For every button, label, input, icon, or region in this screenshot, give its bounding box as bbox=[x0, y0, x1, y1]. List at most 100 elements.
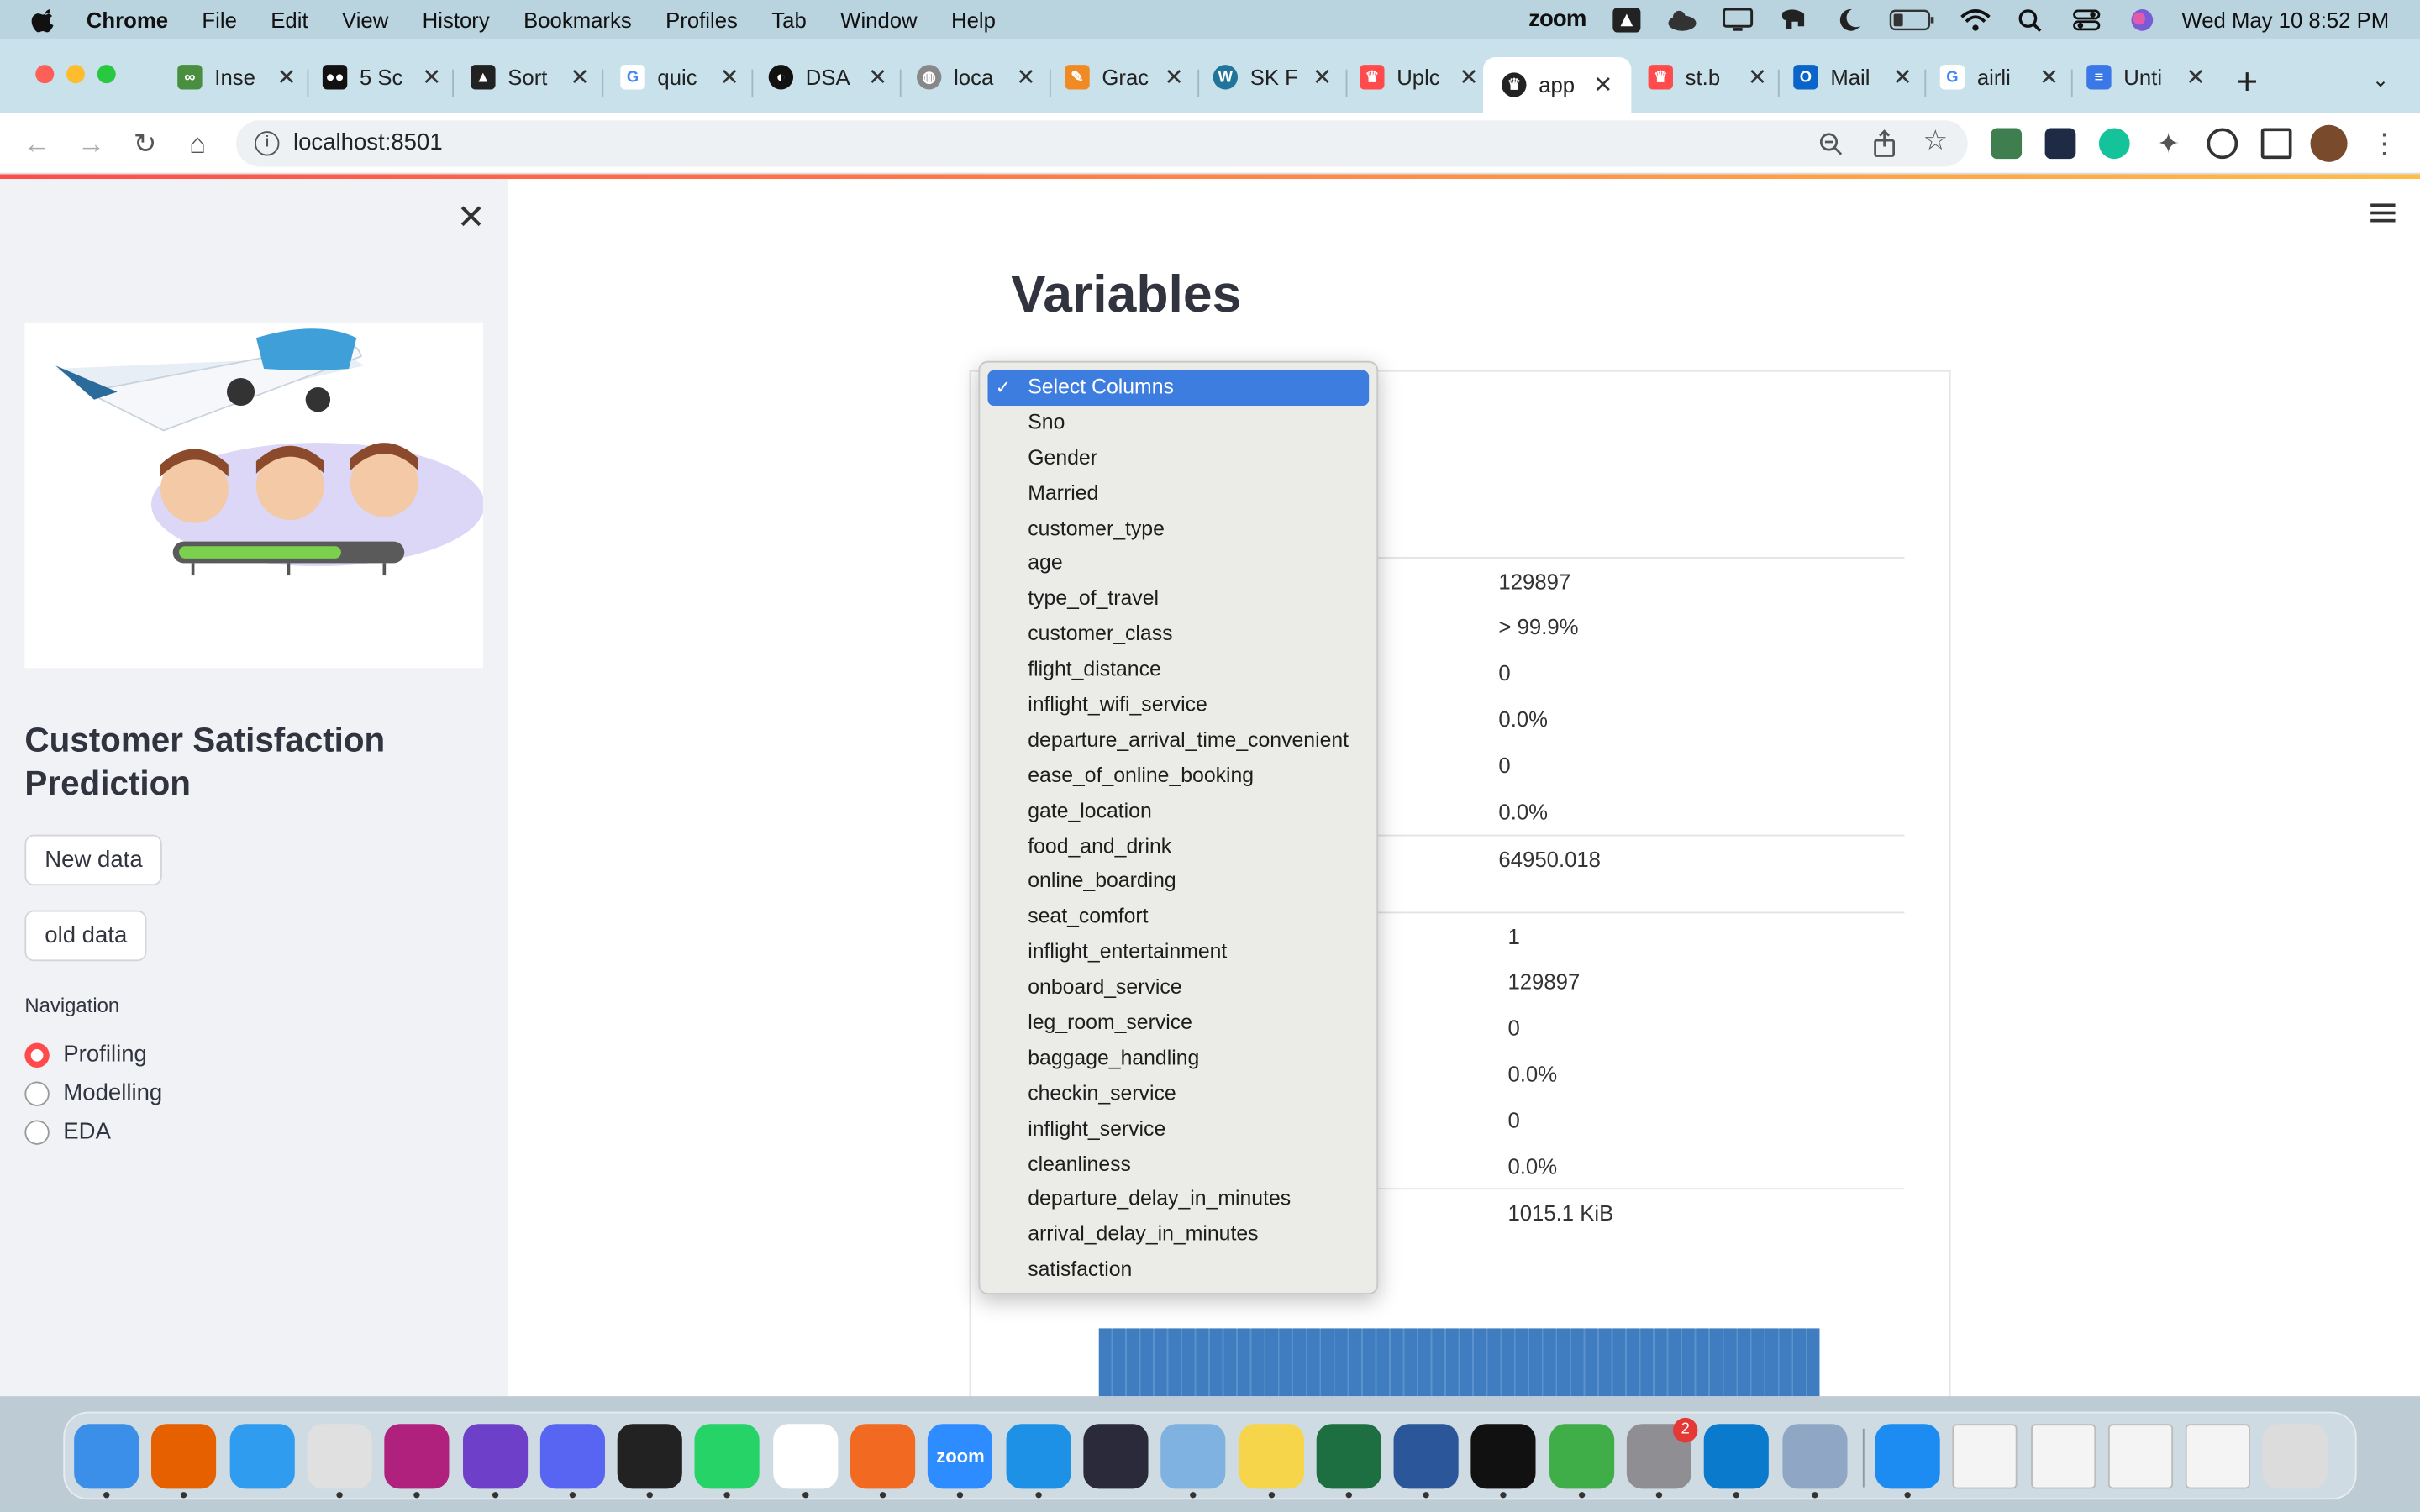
preview-icon[interactable] bbox=[1781, 1424, 1847, 1489]
dropdown-option[interactable]: departure_arrival_time_convenient bbox=[987, 723, 1369, 759]
apple-icon[interactable] bbox=[31, 5, 59, 33]
notes-icon[interactable] bbox=[1238, 1424, 1304, 1489]
menu-bookmarks[interactable]: Bookmarks bbox=[523, 7, 632, 31]
radio-selected-icon[interactable] bbox=[24, 1042, 50, 1068]
screen-app-icon[interactable] bbox=[1083, 1424, 1149, 1489]
dropdown-option[interactable]: inflight_wifi_service bbox=[987, 688, 1369, 723]
tab-4[interactable]: ◐ DSA ✕ bbox=[768, 54, 897, 100]
back-icon[interactable]: ← bbox=[22, 128, 53, 159]
dropdown-option[interactable]: type_of_travel bbox=[987, 582, 1369, 617]
dropdown-option[interactable]: inflight_service bbox=[987, 1112, 1369, 1147]
close-icon[interactable]: ✕ bbox=[1016, 63, 1035, 91]
home-icon[interactable]: ⌂ bbox=[182, 128, 213, 159]
tab-8[interactable]: ♛ Uplc ✕ bbox=[1360, 54, 1487, 100]
close-window-icon[interactable] bbox=[35, 65, 55, 84]
github-desktop-icon[interactable] bbox=[462, 1424, 528, 1489]
side-panel-icon[interactable] bbox=[2260, 128, 2292, 160]
vscode-icon[interactable] bbox=[1704, 1424, 1770, 1489]
more-menu-icon[interactable]: ⋮ bbox=[2369, 128, 2400, 159]
dropdown-option[interactable]: inflight_entertainment bbox=[987, 935, 1369, 970]
dropdown-option[interactable]: Sno bbox=[987, 406, 1369, 441]
intellij-icon[interactable] bbox=[384, 1424, 450, 1489]
instruments-icon[interactable] bbox=[1160, 1424, 1226, 1489]
close-icon[interactable]: ✕ bbox=[571, 63, 590, 91]
google-drive-icon[interactable] bbox=[1611, 7, 1642, 32]
safari-icon[interactable] bbox=[229, 1424, 295, 1489]
close-icon[interactable]: ✕ bbox=[1313, 63, 1332, 91]
close-icon[interactable]: ✕ bbox=[720, 63, 739, 91]
pycharm-icon[interactable] bbox=[1471, 1424, 1537, 1489]
forward-icon[interactable]: → bbox=[76, 128, 107, 159]
dropdown-option[interactable]: cleanliness bbox=[987, 1147, 1369, 1183]
tab-6[interactable]: ✎ Grac ✕ bbox=[1065, 54, 1192, 100]
tab-13[interactable]: ≡ Unti ✕ bbox=[2086, 54, 2214, 100]
menu-app-name[interactable]: Chrome bbox=[87, 7, 168, 31]
search-icon[interactable] bbox=[2015, 7, 2046, 32]
document-thumb-icon[interactable] bbox=[2185, 1424, 2251, 1489]
grammarly-icon[interactable] bbox=[2098, 128, 2130, 160]
terminal-icon[interactable] bbox=[617, 1424, 682, 1489]
nav-radio-profiling[interactable]: Profiling bbox=[24, 1042, 147, 1068]
pencil-app-icon[interactable] bbox=[850, 1424, 916, 1489]
nav-radio-eda[interactable]: EDA bbox=[24, 1119, 111, 1145]
nav-radio-modelling[interactable]: Modelling bbox=[24, 1080, 162, 1106]
dropdown-option[interactable]: arrival_delay_in_minutes bbox=[987, 1218, 1369, 1253]
dropdown-option[interactable]: customer_class bbox=[987, 617, 1369, 653]
dropdown-option[interactable]: baggage_handling bbox=[987, 1042, 1369, 1077]
dropdown-option[interactable]: onboard_service bbox=[987, 971, 1369, 1006]
close-icon[interactable]: ✕ bbox=[2039, 63, 2059, 91]
tab-2[interactable]: ▲ Sort ✕ bbox=[471, 54, 598, 100]
dropdown-option[interactable]: Married bbox=[987, 476, 1369, 512]
radio-unselected-icon[interactable] bbox=[24, 1080, 50, 1105]
dropdown-option[interactable]: online_boarding bbox=[987, 864, 1369, 900]
chrome-icon[interactable] bbox=[307, 1424, 372, 1489]
address-bar[interactable]: i localhost:8501 ☆ bbox=[236, 120, 1968, 167]
hamburger-menu-icon[interactable] bbox=[2370, 203, 2396, 227]
tab-1[interactable]: ●● 5 Sc ✕ bbox=[322, 54, 450, 100]
discord-icon[interactable] bbox=[539, 1424, 605, 1489]
dropdown-option[interactable]: ease_of_online_booking bbox=[987, 759, 1369, 794]
cloud-icon[interactable] bbox=[1666, 7, 1697, 31]
moon-icon[interactable] bbox=[1833, 7, 1864, 31]
old-data-button[interactable]: old data bbox=[24, 910, 148, 962]
battery-icon[interactable] bbox=[1888, 7, 1934, 31]
zoom-status-label[interactable]: zoom bbox=[1528, 6, 1586, 32]
tab-3[interactable]: Gquic ✕ bbox=[620, 54, 748, 100]
close-icon[interactable]: ✕ bbox=[2186, 63, 2206, 91]
close-icon[interactable]: ✕ bbox=[1893, 63, 1912, 91]
app-store-icon[interactable] bbox=[1875, 1424, 1940, 1489]
display-icon[interactable] bbox=[1722, 7, 1753, 31]
select-columns-dropdown[interactable]: ✓ Select Columns Sno Gender Married custo… bbox=[978, 360, 1379, 1294]
reload-icon[interactable]: ↻ bbox=[129, 128, 160, 159]
bookmark-star-icon[interactable]: ☆ bbox=[1923, 125, 1949, 158]
dropdown-option[interactable]: departure_delay_in_minutes bbox=[987, 1183, 1369, 1218]
dropdown-option[interactable]: food_and_drink bbox=[987, 829, 1369, 864]
menu-view[interactable]: View bbox=[342, 7, 388, 31]
menubar-datetime[interactable]: Wed May 10 8:52 PM bbox=[2181, 7, 2389, 31]
tab-11[interactable]: O Mail ✕ bbox=[1793, 54, 1921, 100]
close-icon[interactable]: ✕ bbox=[1593, 71, 1612, 98]
dropdown-option[interactable]: checkin_service bbox=[987, 1077, 1369, 1112]
minimize-window-icon[interactable] bbox=[66, 65, 86, 84]
radio-unselected-icon[interactable] bbox=[24, 1119, 50, 1144]
document-thumb-icon[interactable] bbox=[1952, 1424, 2018, 1489]
menu-tab[interactable]: Tab bbox=[771, 7, 806, 31]
docker-icon[interactable] bbox=[1005, 1424, 1071, 1489]
menu-edit[interactable]: Edit bbox=[271, 7, 308, 31]
document-thumb-icon[interactable] bbox=[2107, 1424, 2173, 1489]
tab-10[interactable]: ♛ st.b ✕ bbox=[1648, 54, 1776, 100]
new-tab-icon[interactable]: + bbox=[2236, 61, 2258, 104]
control-center-icon[interactable] bbox=[2070, 7, 2102, 31]
zoom-out-icon[interactable] bbox=[1818, 131, 1843, 155]
share-icon[interactable] bbox=[1872, 129, 1897, 157]
menu-file[interactable]: File bbox=[202, 7, 236, 31]
word-icon[interactable] bbox=[1393, 1424, 1459, 1489]
tab-12[interactable]: Gairli ✕ bbox=[1939, 54, 2068, 100]
sync-extension-icon[interactable] bbox=[2207, 128, 2238, 160]
new-data-button[interactable]: New data bbox=[24, 834, 163, 886]
evernote-extension-icon[interactable] bbox=[1991, 128, 2023, 160]
tab-5[interactable]: ◍ loca ✕ bbox=[916, 54, 1044, 100]
site-info-icon[interactable]: i bbox=[255, 131, 280, 156]
dropdown-option-selected[interactable]: ✓ Select Columns bbox=[987, 370, 1370, 406]
tab-9-active[interactable]: ♛ app ✕ bbox=[1483, 56, 1632, 113]
